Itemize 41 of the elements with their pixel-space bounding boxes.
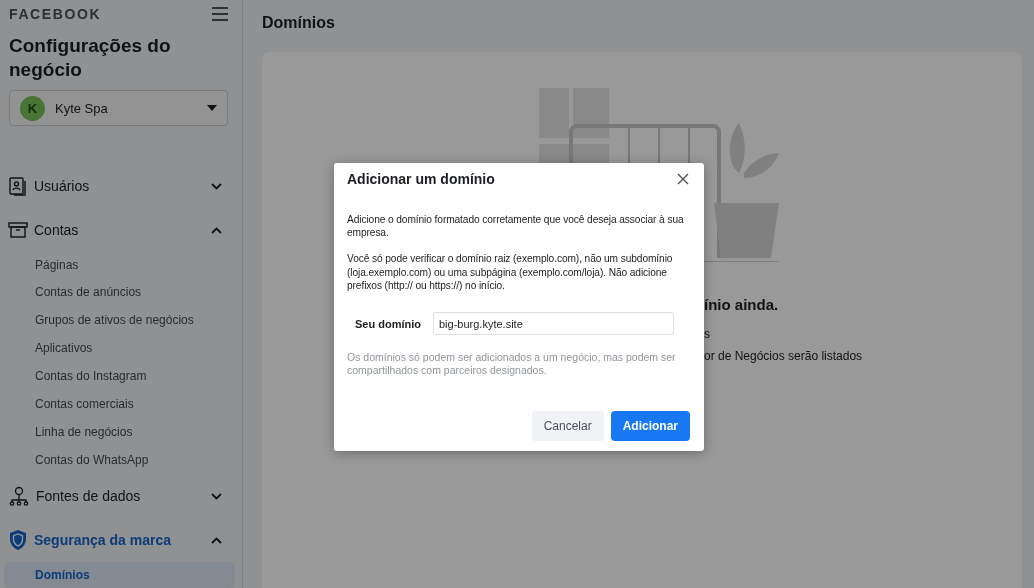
person-badge-icon xyxy=(8,176,28,196)
caret-icon xyxy=(207,105,217,112)
empty-state-heading: ínio ainda. xyxy=(704,296,780,313)
page-title: Domínios xyxy=(262,14,336,33)
empty-state-text: or de Negócios serão listados xyxy=(704,349,863,363)
dialog-title: Adicionar um domínio xyxy=(347,171,495,187)
brand-logo: FACEBOOK xyxy=(9,6,102,23)
chevron-up-icon xyxy=(211,226,222,234)
menu-icon[interactable] xyxy=(212,7,228,22)
nav-item[interactable]: Contas comerciais xyxy=(4,390,235,418)
nav-section[interactable]: Fontes de dados xyxy=(0,474,242,518)
dialog-paragraph: Adicione o domínio formatado corretamente que você deseja associar à sua empresa. xyxy=(347,213,685,240)
add-button[interactable]: Adicionar xyxy=(610,411,690,441)
nav-item[interactable]: Domínios xyxy=(4,562,235,588)
nav-item[interactable]: Contas do Instagram xyxy=(4,362,235,390)
account-selector[interactable]: K Kyte Spa xyxy=(9,90,228,126)
page-heading: Configurações do negócio xyxy=(8,34,172,83)
cancel-button[interactable]: Cancelar xyxy=(531,411,604,441)
nav-item[interactable]: Páginas xyxy=(4,252,235,278)
nav-item[interactable]: Aplicativos xyxy=(4,334,235,362)
shield-icon xyxy=(8,529,28,551)
account-avatar: K xyxy=(20,95,45,121)
network-nodes-icon xyxy=(8,486,30,506)
nav-item[interactable]: Contas do WhatsApp xyxy=(4,446,235,474)
help-text: Os domínios só podem ser adicionados a um negócio, mas podem ser compartilhados com parceiros designados. xyxy=(347,351,677,378)
nav-section[interactable]: Contas xyxy=(0,208,242,252)
nav-item[interactable]: Grupos de ativos de negócios xyxy=(4,306,235,334)
nav-item[interactable]: Linha de negócios xyxy=(4,418,235,446)
dialog-paragraph: Você só pode verificar o domínio raiz (exemplo.com), não um subdomínio (loja.exemplo.com) ou uma subpágina (exemplo.com/loja). Não adicione prefixos (http:// ou https://) no início. xyxy=(347,252,674,292)
domain-input-field[interactable]: big-burg.kyte.site xyxy=(433,312,674,335)
chevron-down-icon xyxy=(211,492,222,500)
chevron-down-icon xyxy=(211,182,222,190)
field-label: Seu domínio xyxy=(355,317,422,330)
chevron-up-icon xyxy=(211,536,222,544)
nav-item[interactable]: Contas de anúncios xyxy=(4,278,235,306)
empty-state-text: s xyxy=(704,327,711,341)
archive-box-icon xyxy=(8,221,28,239)
nav-section[interactable]: Segurança da marca xyxy=(0,518,242,562)
nav-section[interactable]: Usuários xyxy=(0,164,242,208)
close-button[interactable] xyxy=(676,172,690,186)
account-name: Kyte Spa xyxy=(55,100,109,116)
